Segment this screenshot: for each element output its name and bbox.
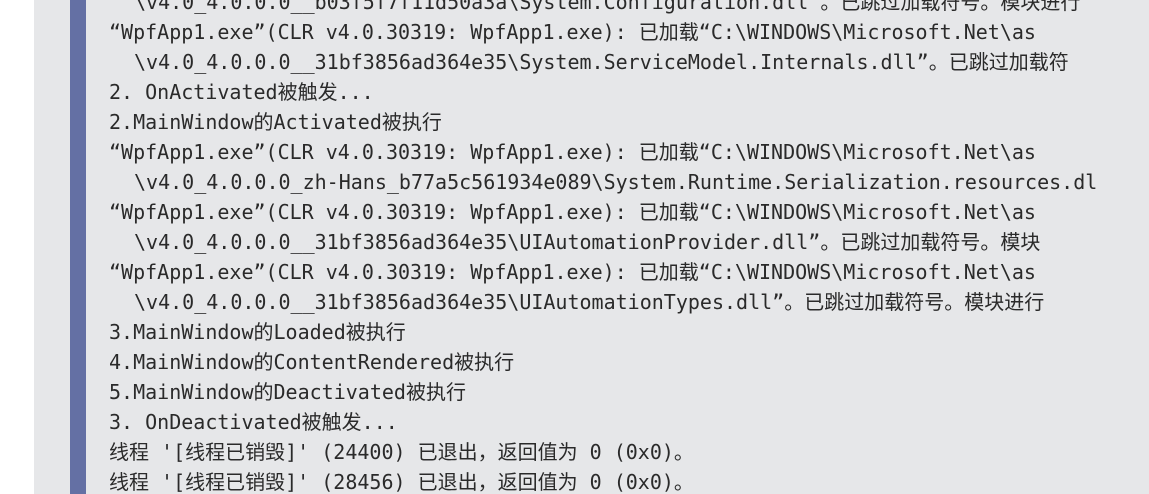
output-line: \v4.0_4.0.0.0__31bf3856ad364e35\UIAutoma… [134, 290, 1045, 314]
editor-gutter-bar [70, 0, 86, 494]
output-line: 线程 '[线程已销毁]' (24400) 已退出，返回值为 0 (0x0)。 [109, 440, 694, 464]
output-line: 3.MainWindow的Loaded被执行 [109, 320, 406, 344]
output-line: “WpfApp1.exe”(CLR v4.0.30319: WpfApp1.ex… [109, 260, 1036, 284]
output-line: 2. OnActivated被触发... [109, 80, 374, 104]
output-window-screenshot: \v4.0_4.0.0.0__b03f5f7f11d50a3a\System.C… [0, 0, 1149, 494]
output-line: \v4.0_4.0.0.0__31bf3856ad364e35\UIAutoma… [134, 230, 1041, 254]
output-line: \v4.0_4.0.0.0__b03f5f7f11d50a3a\System.C… [134, 0, 1081, 14]
output-line: 4.MainWindow的ContentRendered被执行 [109, 350, 515, 374]
output-line: “WpfApp1.exe”(CLR v4.0.30319: WpfApp1.ex… [109, 140, 1036, 164]
output-line: 3. OnDeactivated被触发... [109, 410, 398, 434]
debug-output-text[interactable]: \v4.0_4.0.0.0__b03f5f7f11d50a3a\System.C… [109, 0, 1149, 494]
output-line: 5.MainWindow的Deactivated被执行 [109, 380, 466, 404]
output-line: \v4.0_4.0.0.0_zh-Hans_b77a5c561934e089\S… [134, 170, 1098, 194]
output-line: \v4.0_4.0.0.0__31bf3856ad364e35\System.S… [134, 50, 1069, 74]
output-line: 线程 '[线程已销毁]' (28456) 已退出，返回值为 0 (0x0)。 [109, 470, 694, 494]
output-line: “WpfApp1.exe”(CLR v4.0.30319: WpfApp1.ex… [109, 200, 1036, 224]
output-line: “WpfApp1.exe”(CLR v4.0.30319: WpfApp1.ex… [109, 20, 1036, 44]
output-line: 2.MainWindow的Activated被执行 [109, 110, 442, 134]
